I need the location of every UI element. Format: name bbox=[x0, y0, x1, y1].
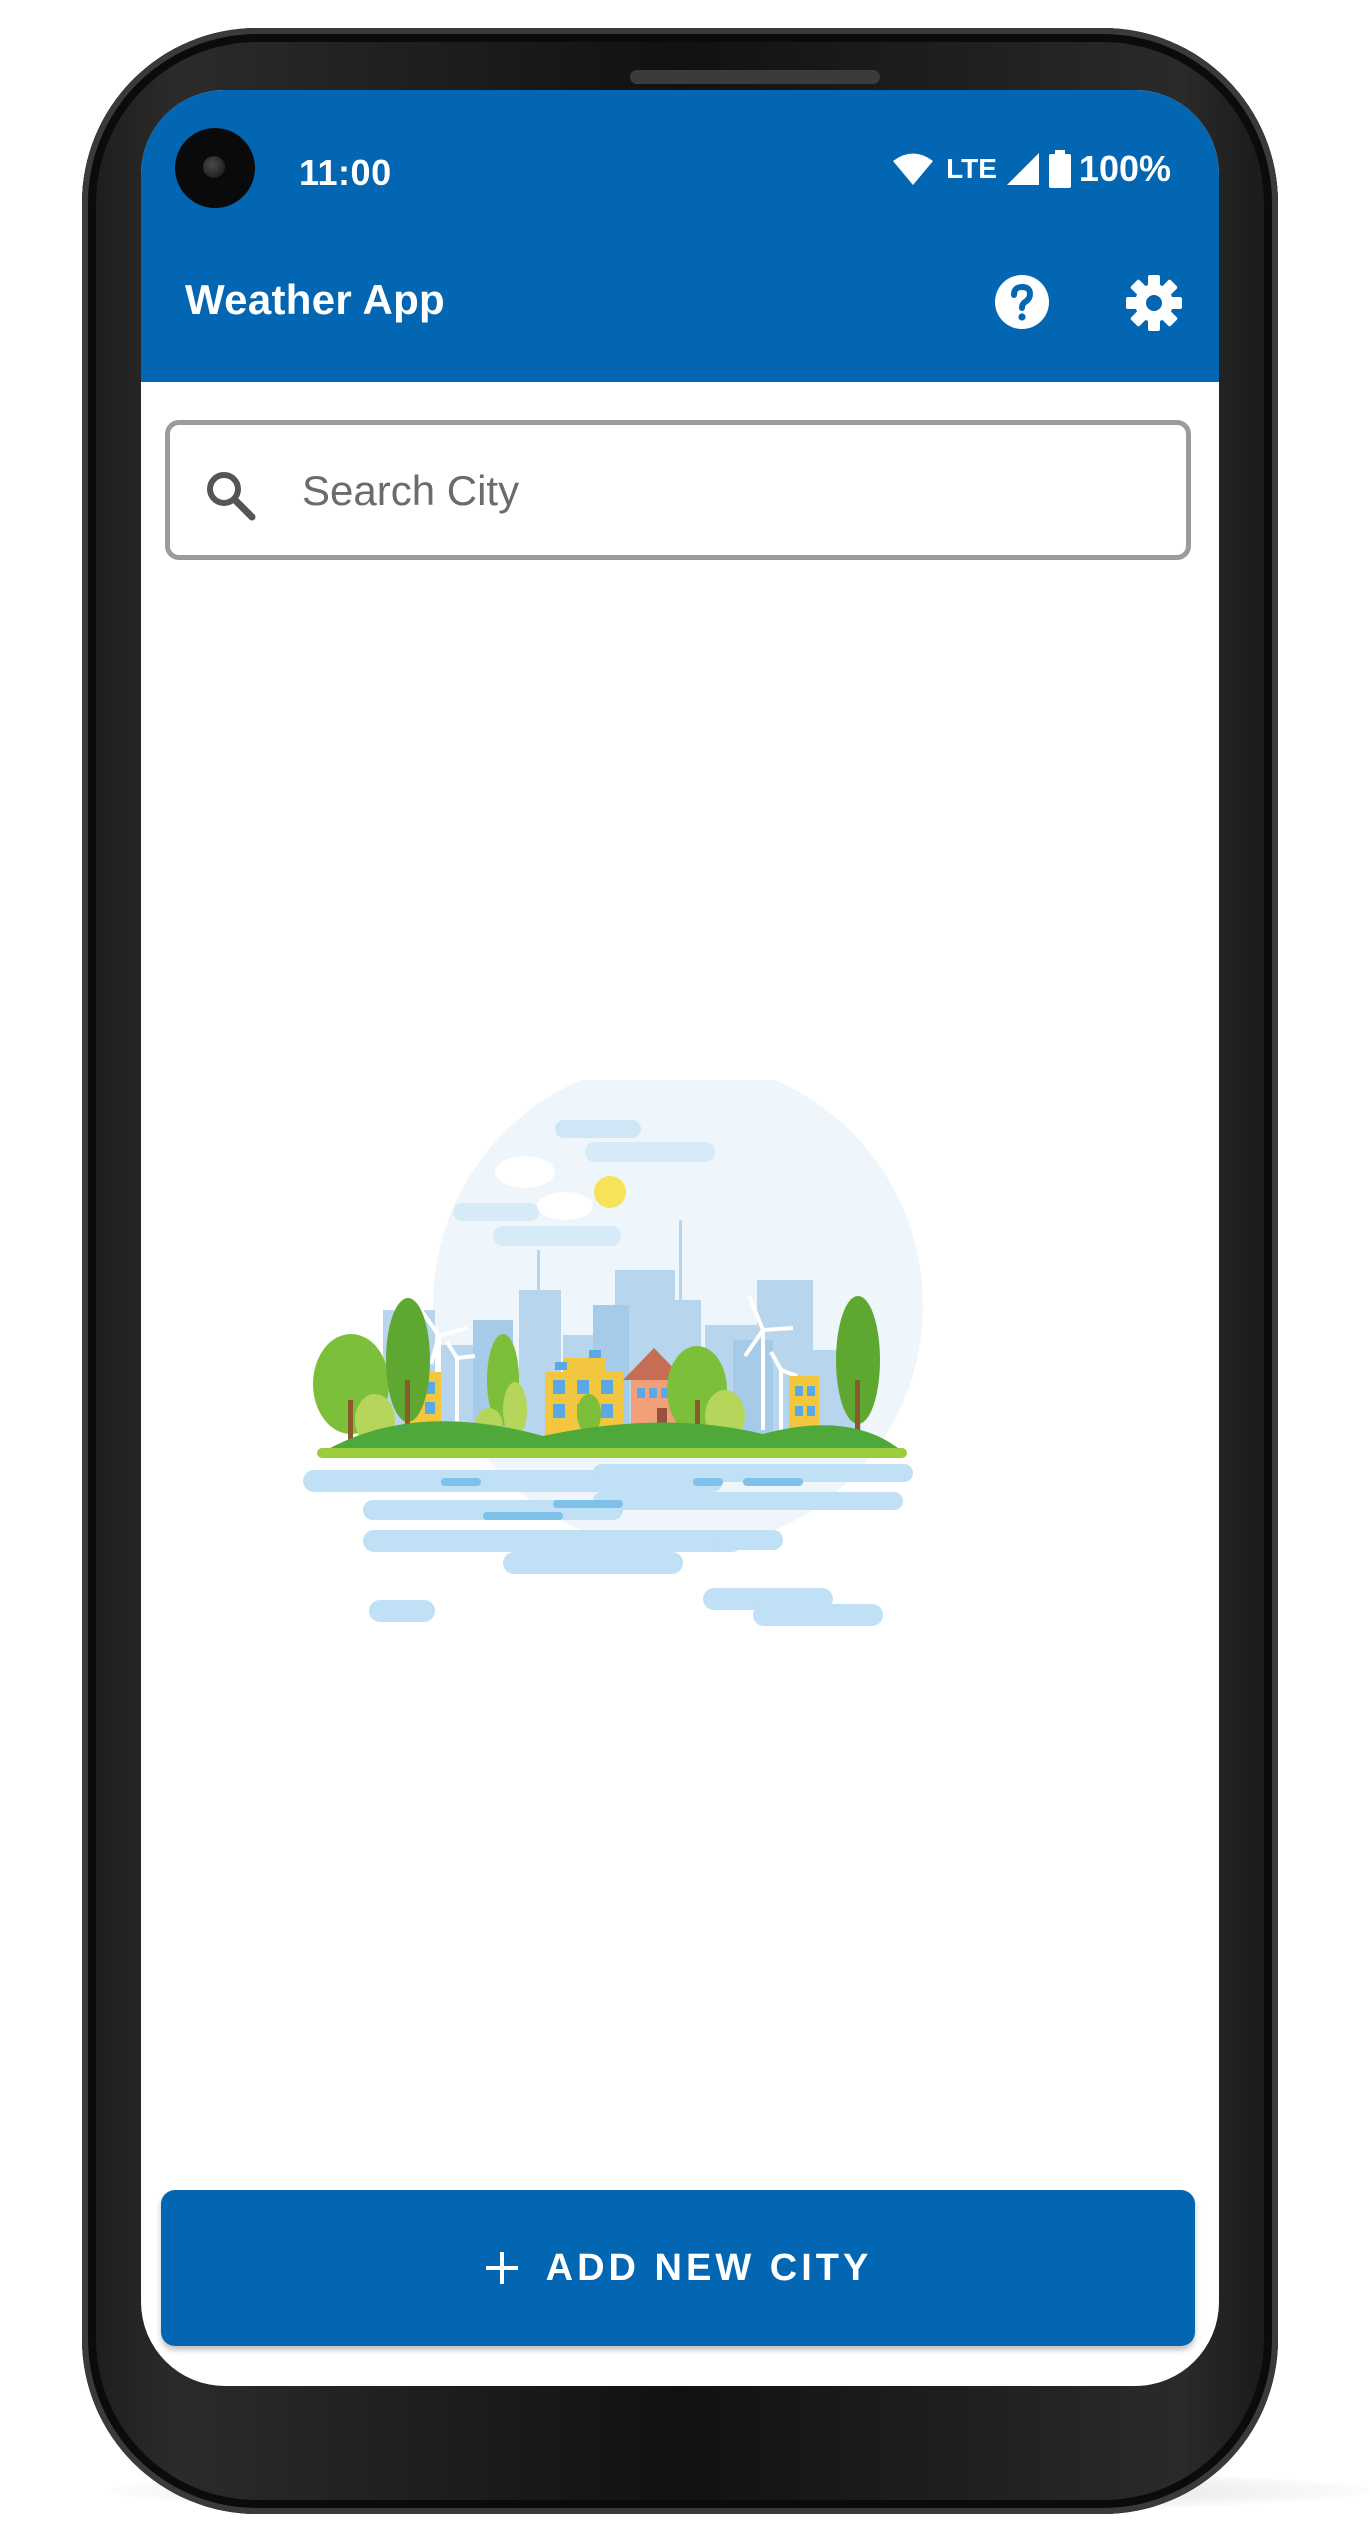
battery-icon bbox=[1048, 150, 1071, 188]
page-title: Weather App bbox=[185, 276, 445, 323]
app-screen: 11:00 LTE 100% Weather App Search City A… bbox=[141, 90, 1219, 2386]
battery-level: 100% bbox=[1078, 148, 1171, 189]
sun bbox=[594, 1176, 626, 1208]
cloud-bar bbox=[493, 1226, 621, 1246]
cloud bbox=[537, 1192, 593, 1220]
add-new-city-label: ADD NEW CITY bbox=[545, 2246, 873, 2289]
search-box[interactable] bbox=[165, 420, 1191, 560]
status-indicators: LTE 100% bbox=[892, 148, 1171, 190]
settings-icon[interactable] bbox=[1125, 274, 1183, 332]
help-icon[interactable] bbox=[994, 274, 1050, 330]
cloud-bar bbox=[555, 1120, 641, 1138]
hill bbox=[323, 1421, 903, 1452]
network-type: LTE bbox=[946, 153, 997, 184]
status-time: 11:00 bbox=[299, 152, 392, 193]
front-camera bbox=[175, 128, 255, 208]
earpiece-speaker bbox=[630, 70, 880, 84]
cloud-bar bbox=[453, 1203, 539, 1221]
grass-strip bbox=[317, 1448, 907, 1458]
cloud bbox=[495, 1156, 555, 1188]
search-input[interactable] bbox=[300, 455, 1164, 527]
app-bar: 11:00 LTE 100% Weather App bbox=[141, 90, 1219, 382]
add-new-city-button[interactable]: ADD NEW CITY bbox=[161, 2190, 1195, 2346]
wifi-icon bbox=[893, 153, 934, 185]
cloud-bar bbox=[585, 1142, 715, 1162]
search-icon bbox=[207, 472, 256, 521]
device-mockup: 11:00 LTE 100% Weather App Search City A… bbox=[0, 0, 1370, 2534]
plus-icon bbox=[485, 2252, 518, 2284]
city-illustration bbox=[303, 1080, 923, 1626]
cellular-signal-icon bbox=[1006, 153, 1039, 185]
